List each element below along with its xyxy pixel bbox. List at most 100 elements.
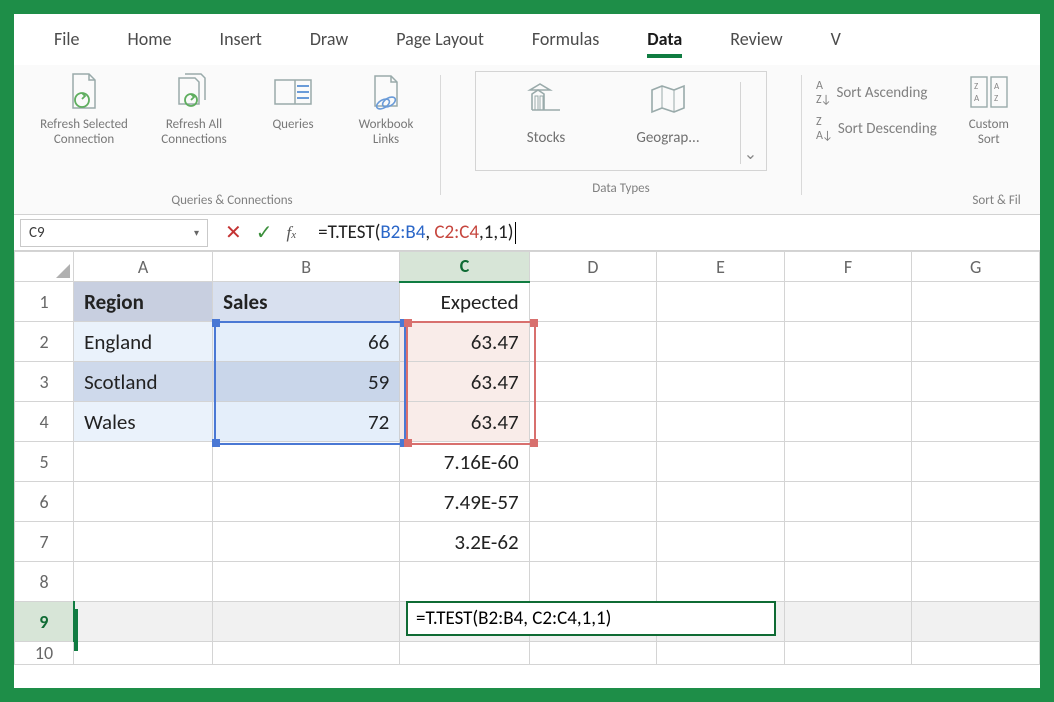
cell-D3[interactable] xyxy=(529,362,657,402)
cell-C3[interactable]: 63.47 xyxy=(400,362,529,402)
cell-B7[interactable] xyxy=(213,522,400,562)
formula-input[interactable]: =T.TEST(B2:B4, C2:C4,1,1) xyxy=(310,221,1040,244)
col-header-A[interactable]: A xyxy=(74,252,213,282)
cell-C6[interactable]: 7.49E-57 xyxy=(400,482,529,522)
cell-A2[interactable]: England xyxy=(74,322,213,362)
cell-D4[interactable] xyxy=(529,402,657,442)
cell-G1[interactable] xyxy=(912,282,1040,322)
row-header-7[interactable]: 7 xyxy=(15,522,74,562)
cell-B1[interactable]: Sales xyxy=(213,282,400,322)
cell-C7[interactable]: 3.2E-62 xyxy=(400,522,529,562)
cell-G6[interactable] xyxy=(912,482,1040,522)
row-header-1[interactable]: 1 xyxy=(15,282,74,322)
tab-review[interactable]: Review xyxy=(730,28,782,56)
cell-B6[interactable] xyxy=(213,482,400,522)
col-header-G[interactable]: G xyxy=(912,252,1040,282)
name-box[interactable]: C9 ▾ xyxy=(20,219,208,247)
cell-C4[interactable]: 63.47 xyxy=(400,402,529,442)
tab-view[interactable]: V xyxy=(831,28,841,56)
cell-A8[interactable] xyxy=(74,562,213,602)
cell-B9[interactable] xyxy=(213,602,400,642)
row-header-5[interactable]: 5 xyxy=(15,442,74,482)
cell-F9[interactable] xyxy=(784,602,912,642)
cell-D8[interactable] xyxy=(529,562,657,602)
cell-A7[interactable] xyxy=(74,522,213,562)
sort-descending-button[interactable]: ZA↓ Sort Descending xyxy=(816,115,937,143)
cell-A10[interactable] xyxy=(74,642,213,665)
row-header-10[interactable]: 10 xyxy=(15,642,74,665)
geography-button[interactable]: Geograp... xyxy=(618,82,718,147)
refresh-all-button[interactable]: Refresh All Connections xyxy=(148,71,240,147)
cell-F4[interactable] xyxy=(784,402,912,442)
refresh-selected-button[interactable]: Refresh Selected Connection xyxy=(38,71,130,147)
cell-A3[interactable]: Scotland xyxy=(74,362,213,402)
cell-C5[interactable]: 7.16E-60 xyxy=(400,442,529,482)
row-header-8[interactable]: 8 xyxy=(15,562,74,602)
cell-G8[interactable] xyxy=(912,562,1040,602)
cell-F1[interactable] xyxy=(784,282,912,322)
sort-ascending-button[interactable]: AZ↓ Sort Ascending xyxy=(816,79,937,107)
cancel-icon[interactable]: ✕ xyxy=(225,220,242,245)
select-all-corner[interactable] xyxy=(15,252,74,282)
row-header-4[interactable]: 4 xyxy=(15,402,74,442)
cell-G4[interactable] xyxy=(912,402,1040,442)
cell-G9[interactable] xyxy=(912,602,1040,642)
cell-B10[interactable] xyxy=(213,642,400,665)
cell-E10[interactable] xyxy=(657,642,785,665)
cell-E2[interactable] xyxy=(657,322,785,362)
cell-F2[interactable] xyxy=(784,322,912,362)
cell-F7[interactable] xyxy=(784,522,912,562)
cell-B4[interactable]: 72 xyxy=(213,402,400,442)
tab-formulas[interactable]: Formulas xyxy=(532,28,599,56)
cell-D6[interactable] xyxy=(529,482,657,522)
queries-button[interactable]: Queries xyxy=(258,71,328,132)
cell-F6[interactable] xyxy=(784,482,912,522)
cell-G5[interactable] xyxy=(912,442,1040,482)
cell-G2[interactable] xyxy=(912,322,1040,362)
row-header-9[interactable]: 9 xyxy=(15,602,74,642)
cell-E7[interactable] xyxy=(657,522,785,562)
cell-D5[interactable] xyxy=(529,442,657,482)
cell-B8[interactable] xyxy=(213,562,400,602)
tab-home[interactable]: Home xyxy=(128,28,172,56)
cell-A5[interactable] xyxy=(74,442,213,482)
cell-F5[interactable] xyxy=(784,442,912,482)
tab-file[interactable]: File xyxy=(54,28,80,56)
col-header-B[interactable]: B xyxy=(213,252,400,282)
cell-A4[interactable]: Wales xyxy=(74,402,213,442)
row-header-3[interactable]: 3 xyxy=(15,362,74,402)
cell-F3[interactable] xyxy=(784,362,912,402)
cell-D2[interactable] xyxy=(529,322,657,362)
col-header-E[interactable]: E xyxy=(657,252,785,282)
cell-G7[interactable] xyxy=(912,522,1040,562)
cell-E8[interactable] xyxy=(657,562,785,602)
cell-C2[interactable]: 63.47 xyxy=(400,322,529,362)
name-box-dropdown-icon[interactable]: ▾ xyxy=(194,226,199,239)
cell-D10[interactable] xyxy=(529,642,657,665)
cell-E6[interactable] xyxy=(657,482,785,522)
col-header-C[interactable]: C xyxy=(400,252,529,282)
cell-B5[interactable] xyxy=(213,442,400,482)
cell-B3[interactable]: 59 xyxy=(213,362,400,402)
cell-G3[interactable] xyxy=(912,362,1040,402)
cell-C8[interactable] xyxy=(400,562,529,602)
tab-data[interactable]: Data xyxy=(647,28,682,56)
cell-C1[interactable]: Expected xyxy=(400,282,529,322)
cell-A9[interactable] xyxy=(74,602,213,642)
stocks-button[interactable]: Stocks xyxy=(496,82,596,147)
cell-E1[interactable] xyxy=(657,282,785,322)
cell-A1[interactable]: Region xyxy=(74,282,213,322)
cell-E4[interactable] xyxy=(657,402,785,442)
cell-edit-overlay[interactable]: =T.TEST(B2:B4, C2:C4,1,1) xyxy=(406,601,776,636)
cell-E5[interactable] xyxy=(657,442,785,482)
cell-G10[interactable] xyxy=(912,642,1040,665)
datatypes-expand[interactable]: ⌄ xyxy=(740,82,760,164)
cell-E3[interactable] xyxy=(657,362,785,402)
cell-D1[interactable] xyxy=(529,282,657,322)
cell-F8[interactable] xyxy=(784,562,912,602)
tab-insert[interactable]: Insert xyxy=(220,28,262,56)
tab-draw[interactable]: Draw xyxy=(310,28,348,56)
tab-page-layout[interactable]: Page Layout xyxy=(396,28,484,56)
cell-C10[interactable] xyxy=(400,642,529,665)
custom-sort-button[interactable]: ZAAZ Custom Sort xyxy=(957,71,1021,147)
